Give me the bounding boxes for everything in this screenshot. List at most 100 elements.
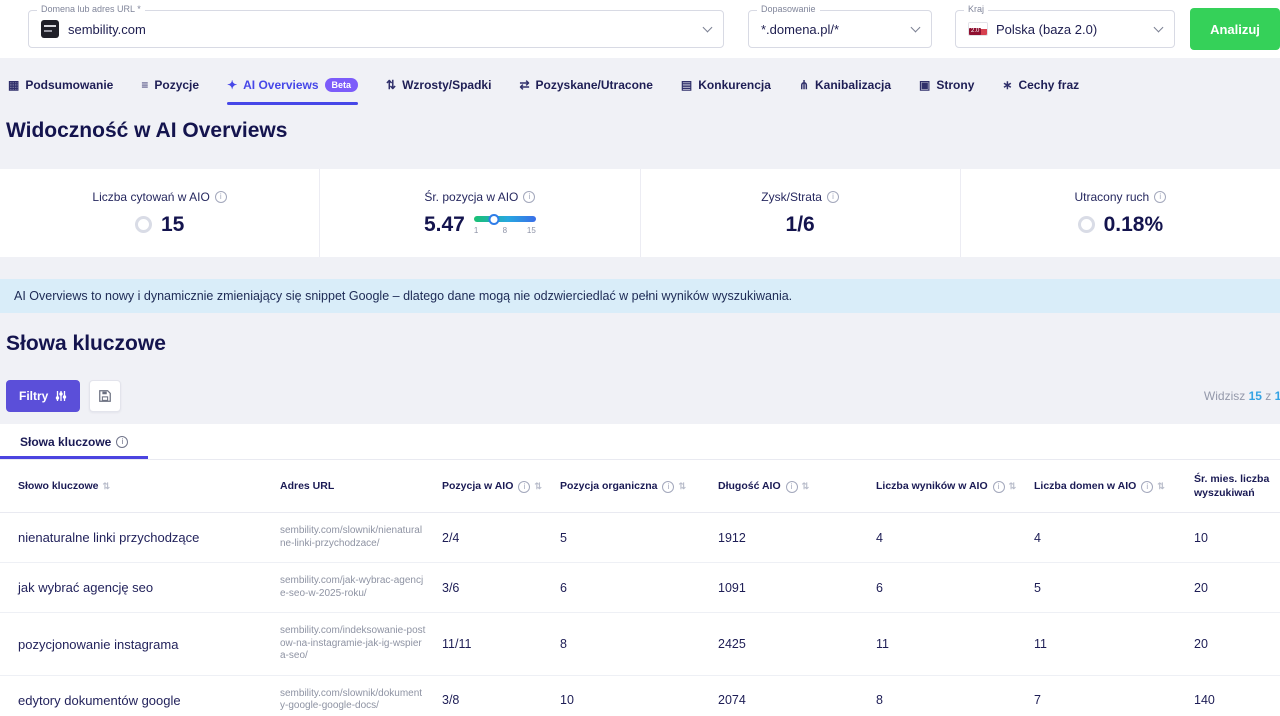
counter-visible: 15	[1249, 389, 1262, 403]
info-icon[interactable]: i	[1154, 191, 1166, 203]
stat-value-row: 5.47 1 8 15	[424, 213, 536, 237]
topbar: Domena lub adres URL * sembility.com Dop…	[0, 0, 1280, 58]
info-icon[interactable]: i	[786, 481, 798, 493]
domain-input[interactable]: Domena lub adres URL * sembility.com	[28, 10, 724, 48]
column-header[interactable]: Liczba domen w AIOi⇅	[1026, 460, 1186, 513]
nav-tab-strony[interactable]: ▣Strony	[919, 78, 974, 105]
info-icon[interactable]: i	[523, 191, 535, 203]
match-select-label: Dopasowanie	[757, 4, 820, 14]
column-header[interactable]: Pozycja w AIOi⇅	[434, 460, 552, 513]
analyze-button[interactable]: Analizuj	[1190, 8, 1280, 50]
stat-value: 5.47	[424, 213, 465, 237]
stat-lost-traffic: Utracony ruch i 0.18%	[960, 169, 1280, 257]
column-label: Długość AIO	[718, 480, 781, 492]
nav-tab-label: AI Overviews	[243, 78, 318, 92]
filters-button[interactable]: Filtry	[6, 380, 80, 412]
sort-icon[interactable]: ⇅	[678, 481, 686, 491]
sort-icon[interactable]: ⇅	[103, 481, 111, 491]
cell-monthly-searches: 10	[1186, 513, 1280, 563]
filter-row: Filtry Widzisz 15 z 15	[6, 380, 1274, 412]
beta-badge: Beta	[325, 78, 359, 92]
cell-organic-position: 6	[552, 563, 710, 613]
info-icon[interactable]: i	[993, 481, 1005, 493]
country-select-label: Kraj	[964, 4, 988, 14]
nav-tab-pozyskane-utracone[interactable]: ⇄Pozyskane/Utracone	[519, 78, 652, 105]
cell-aio-results: 8	[868, 675, 1026, 716]
cell-keyword[interactable]: jak wybrać agencję seo	[0, 563, 272, 613]
keyword-row[interactable]: jak wybrać agencję seosembility.com/jak-…	[0, 563, 1280, 613]
sliders-icon	[55, 390, 67, 402]
pages-icon: ▣	[919, 78, 930, 92]
nav-tab-podsumowanie[interactable]: ▦ Podsumowanie	[8, 78, 113, 105]
keywords-section-title: Słowa kluczowe	[6, 332, 1280, 356]
info-icon[interactable]: i	[116, 436, 128, 448]
stat-gain-loss: Zysk/Strata i 1/6	[640, 169, 960, 257]
chart-icon: ▤	[681, 78, 692, 92]
cell-aio-length: 2425	[710, 613, 868, 676]
sort-icon[interactable]: ⇅	[534, 481, 542, 491]
info-icon[interactable]: i	[662, 481, 674, 493]
filters-button-label: Filtry	[19, 389, 48, 403]
chevron-down-icon	[1154, 22, 1164, 32]
nav-tab-wzrosty-spadki[interactable]: ⇅Wzrosty/Spadki	[386, 78, 491, 105]
grid-icon: ▦	[8, 78, 19, 92]
keywords-card: Słowa kluczowe i Słowo kluczowe⇅Adres UR…	[0, 424, 1280, 716]
column-header[interactable]: Liczba wyników w AIO i ⇅	[868, 460, 1026, 513]
cell-aio-domains: 7	[1026, 675, 1186, 716]
column-label: Śr. mies. liczba wyszukiwań	[1194, 473, 1269, 499]
sort-icon[interactable]: ⇅	[1009, 481, 1017, 491]
stat-label-row: Liczba cytowań w AIO i	[92, 190, 226, 204]
nav-tab-ai-overviews[interactable]: ✦AI OverviewsBeta	[227, 78, 358, 105]
cell-keyword[interactable]: edytory dokumentów google	[0, 675, 272, 716]
column-header[interactable]: Pozycja organicznai⇅	[552, 460, 710, 513]
cell-aio-length: 1091	[710, 563, 868, 613]
gauge-icon	[135, 216, 152, 233]
nav-tab-label: Podsumowanie	[25, 78, 113, 92]
position-scale-ticks: 1 8 15	[474, 226, 536, 235]
asterisk-icon: ∗	[1002, 78, 1012, 92]
nav-tab-kanibalizacja[interactable]: ⋔Kanibalizacja	[799, 78, 891, 105]
arrows-vertical-icon: ⇅	[386, 78, 396, 92]
keywords-table-body: nienaturalne linki przychodzącesembility…	[0, 513, 1280, 716]
nav-tab-label: Konkurencja	[698, 78, 771, 92]
match-select[interactable]: Dopasowanie *.domena.pl/*	[748, 10, 932, 48]
nav-tab-konkurencja[interactable]: ▤ Konkurencja	[681, 78, 771, 105]
cell-aio-domains: 5	[1026, 563, 1186, 613]
stat-value: 1/6	[786, 213, 815, 237]
nav-tab-pozycje[interactable]: ≡Pozycje	[141, 78, 199, 105]
cell-monthly-searches: 20	[1186, 563, 1280, 613]
stat-value-row: 0.18%	[1078, 213, 1164, 237]
keyword-row[interactable]: pozycjonowanie instagramasembility.com/i…	[0, 613, 1280, 676]
info-icon[interactable]: i	[215, 191, 227, 203]
domain-input-label: Domena lub adres URL *	[37, 4, 145, 14]
stats-card: Liczba cytowań w AIO i 15 Śr. pozycja w …	[0, 169, 1280, 257]
nav-tab-label: Kanibalizacja	[815, 78, 891, 92]
cell-aio-results: 11	[868, 613, 1026, 676]
app-screen: Domena lub adres URL * sembility.com Dop…	[0, 0, 1280, 716]
save-filter-button[interactable]	[89, 380, 121, 412]
cell-url: sembility.com/jak-wybrac-agencje-seo-w-2…	[272, 563, 434, 613]
nav-tab-cechy-fraz[interactable]: ∗Cechy fraz	[1002, 78, 1079, 105]
sort-icon[interactable]: ⇅	[802, 481, 810, 491]
column-header[interactable]: Długość AIO i ⇅	[710, 460, 868, 513]
column-header[interactable]: Słowo kluczowe⇅	[0, 460, 272, 513]
main-nav: ▦Podsumowanie≡Pozycje✦AI OverviewsBeta⇅W…	[0, 58, 1280, 105]
cell-keyword[interactable]: nienaturalne linki przychodzące	[0, 513, 272, 563]
scale-tick-max: 15	[527, 226, 536, 235]
column-label: Liczba wyników w AIO	[876, 480, 988, 492]
keywords-table: Słowo kluczowe⇅Adres URLPozycja w AIOi⇅P…	[0, 460, 1280, 716]
country-select[interactable]: Kraj 2.0 Polska (baza 2.0)	[955, 10, 1175, 48]
info-icon[interactable]: i	[827, 191, 839, 203]
cell-keyword[interactable]: pozycjonowanie instagrama	[0, 613, 272, 676]
column-header: Adres URL	[272, 460, 434, 513]
cell-aio-length: 1912	[710, 513, 868, 563]
aio-position-marker	[488, 214, 499, 225]
sort-icon[interactable]: ⇅	[1157, 481, 1165, 491]
info-icon[interactable]: i	[518, 481, 530, 493]
counter-prefix: Widzisz	[1204, 389, 1245, 403]
keyword-row[interactable]: edytory dokumentów googlesembility.com/s…	[0, 675, 1280, 716]
keyword-row[interactable]: nienaturalne linki przychodzącesembility…	[0, 513, 1280, 563]
info-icon[interactable]: i	[1141, 481, 1153, 493]
chevron-down-icon	[911, 22, 921, 32]
tab-slowa-kluczowe[interactable]: Słowa kluczowe i	[0, 424, 148, 459]
